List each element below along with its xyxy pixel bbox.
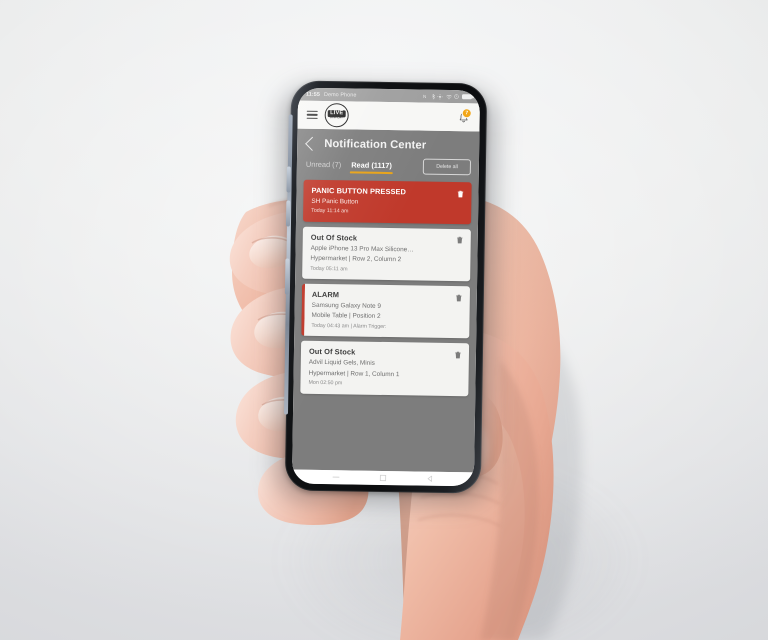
hamburger-menu-icon[interactable]: [306, 110, 318, 120]
notification-center-page: Notification Center Unread (7) Read (111…: [292, 128, 480, 473]
volume-up-button[interactable]: [286, 166, 291, 193]
page-header: Notification Center: [297, 129, 479, 158]
notification-detail: Apple iPhone 13 Pro Max Silicone…: [310, 244, 414, 254]
brand-logo[interactable]: LIVE DISPLAY: [324, 103, 349, 128]
notification-detail: SH Panic Button: [311, 197, 359, 206]
bluetooth-icon: [432, 93, 435, 99]
notification-title: Out Of Stock: [310, 232, 358, 243]
svg-text:N: N: [423, 94, 426, 99]
delete-all-button[interactable]: Delete all: [423, 158, 472, 176]
notification-time: Today 04:43 am | Alarm Trigger:: [311, 322, 387, 330]
brand-subtitle: DISPLAY: [330, 116, 344, 120]
trash-icon[interactable]: [456, 294, 462, 302]
page-title: Notification Center: [324, 138, 427, 152]
notification-list[interactable]: PANIC BUTTON PRESSED SH Panic Button Tod…: [292, 176, 479, 473]
tab-read[interactable]: Read (1117): [351, 160, 392, 174]
notification-card[interactable]: PANIC BUTTON PRESSED SH Panic Button Tod…: [303, 179, 472, 225]
tab-unread[interactable]: Unread (7): [306, 160, 341, 174]
notification-card[interactable]: ALARM Samsung Galaxy Note 9 Mobile Table…: [301, 283, 471, 339]
notification-time: Today 11:14 am: [311, 208, 349, 215]
nfc-icon: N: [423, 94, 426, 99]
recents-nav-icon[interactable]: [332, 473, 340, 481]
notification-title: PANIC BUTTON PRESSED: [311, 185, 407, 197]
notification-card-header: PANIC BUTTON PRESSED: [311, 185, 464, 198]
screenshot-scene: 11:55 Demo Phone N LIVE DISPLAY 7 Notifi…: [0, 0, 768, 640]
notification-card-header: Out Of Stock: [308, 347, 461, 359]
trash-icon[interactable]: [456, 236, 463, 244]
notification-badge: 7: [461, 108, 472, 119]
notification-card-header: Out Of Stock: [310, 232, 463, 245]
notification-bell-button[interactable]: 7: [456, 108, 472, 126]
smartphone: 11:55 Demo Phone N LIVE DISPLAY 7 Notifi…: [274, 80, 498, 504]
phone-screen: 11:55 Demo Phone N LIVE DISPLAY 7 Notifi…: [291, 87, 481, 487]
app-bar: LIVE DISPLAY 7: [297, 100, 480, 132]
notification-time: Mon 02:50 pm: [308, 379, 343, 387]
location-icon: [437, 93, 443, 100]
notification-time: Today 05:11 am: [310, 265, 348, 272]
android-nav-bar: [291, 469, 475, 487]
volume-down-button[interactable]: [285, 200, 291, 227]
trash-icon[interactable]: [457, 190, 464, 198]
status-bar-left: 11:55 Demo Phone: [306, 91, 357, 98]
notification-card-header: ALARM: [311, 290, 462, 302]
wifi-icon: [446, 94, 452, 99]
notification-location: Hypermarket | Row 2, Column 2: [310, 254, 402, 264]
power-button[interactable]: [284, 258, 290, 295]
notification-title: ALARM: [311, 290, 340, 300]
notification-card[interactable]: Out Of Stock Apple iPhone 13 Pro Max Sil…: [302, 226, 471, 282]
status-device-name: Demo Phone: [323, 91, 357, 99]
notification-location: Mobile Table | Position 2: [311, 312, 381, 321]
status-bar-icons: N: [423, 93, 473, 100]
battery-icon: [461, 93, 473, 100]
trash-icon[interactable]: [455, 351, 461, 359]
notification-detail: Advil Liquid Gels, Minis: [308, 359, 375, 368]
alarm-icon: [454, 94, 460, 99]
back-nav-icon[interactable]: [426, 475, 434, 483]
notification-detail: Samsung Galaxy Note 9: [311, 301, 382, 310]
tab-bar: Unread (7) Read (1117) Delete all: [297, 155, 479, 179]
notification-location: Hypermarket | Row 1, Column 1: [308, 369, 400, 378]
notification-card[interactable]: Out Of Stock Advil Liquid Gels, Minis Hy…: [300, 341, 470, 397]
home-nav-icon[interactable]: [379, 474, 387, 482]
chevron-left-icon[interactable]: [305, 136, 320, 151]
notification-title: Out Of Stock: [308, 347, 356, 357]
status-clock: 11:55: [305, 91, 321, 98]
